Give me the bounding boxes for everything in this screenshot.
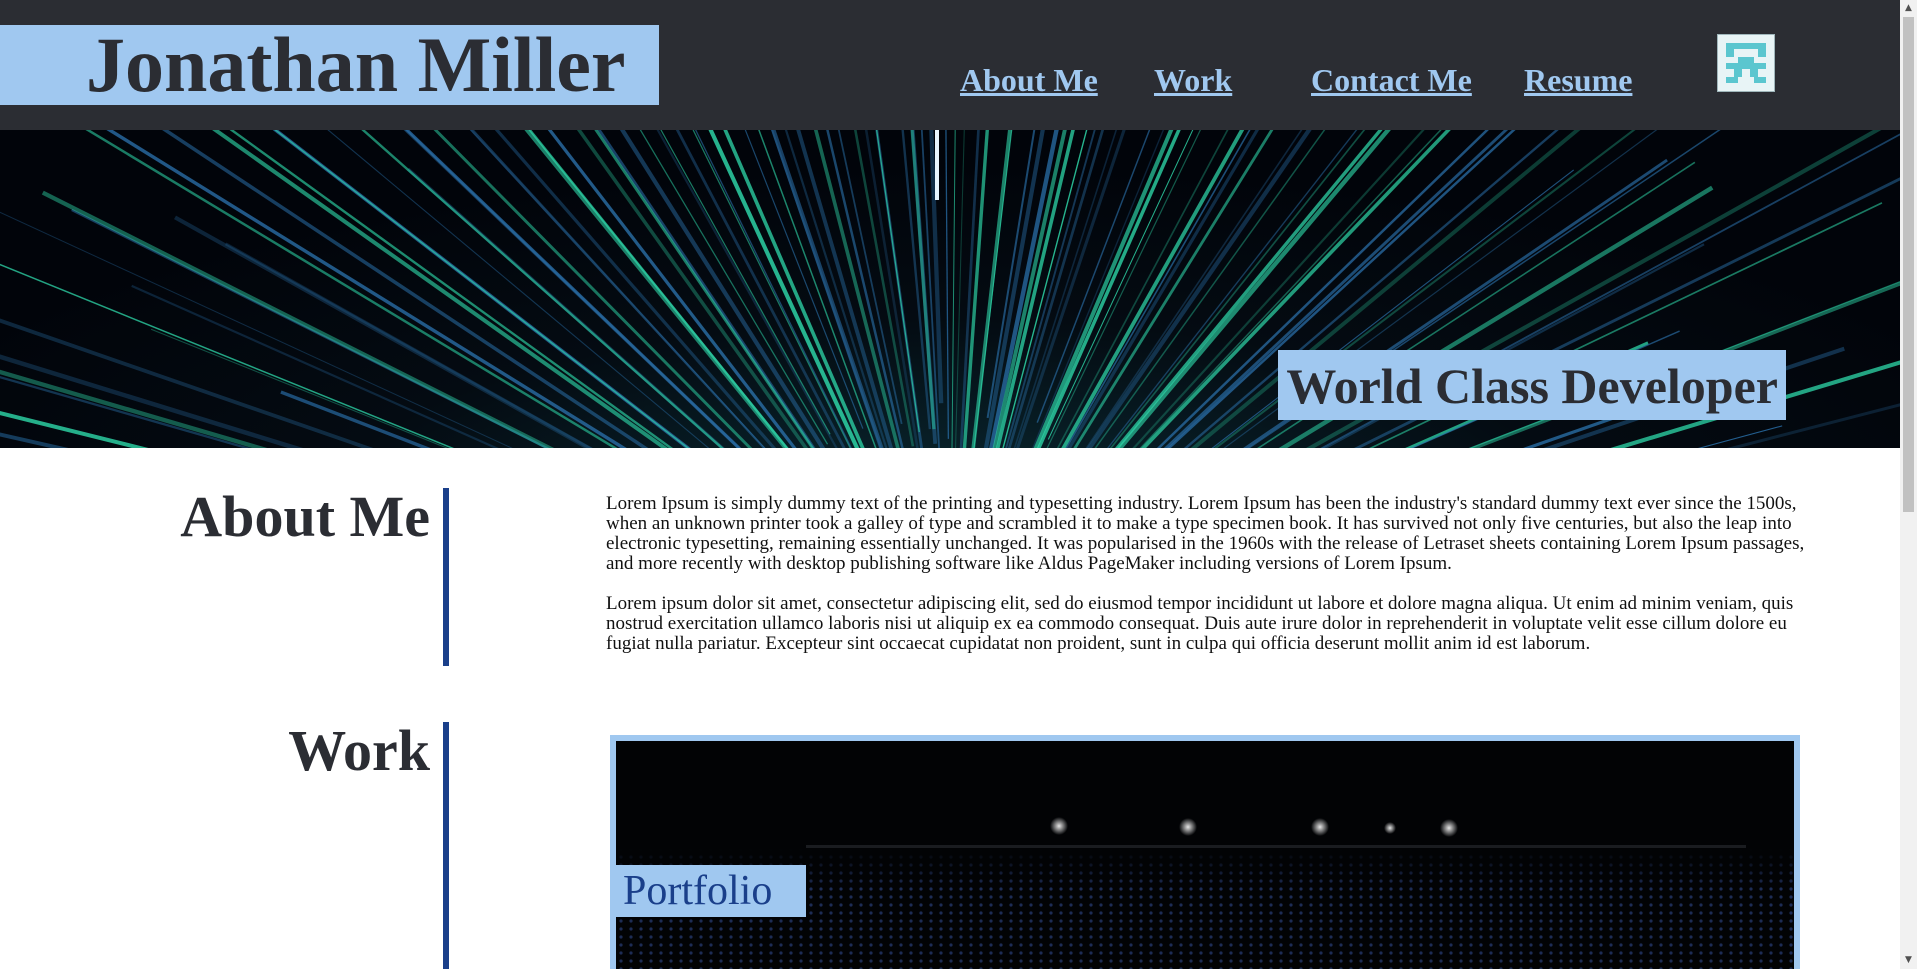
- hero-banner: World Class Developer: [0, 130, 1900, 448]
- work-section-title: Work: [288, 718, 430, 783]
- scroll-up-arrow-icon[interactable]: ▲: [1900, 0, 1917, 17]
- work-section-divider: [443, 722, 449, 969]
- hero-ray: [528, 130, 789, 448]
- portfolio-card[interactable]: Portfolio: [610, 735, 1800, 969]
- hero-ray: [404, 130, 742, 448]
- hero-ray: [837, 130, 903, 425]
- nav-link-contact-me[interactable]: Contact Me: [1311, 60, 1472, 100]
- hero-ray: [361, 130, 724, 448]
- hero-ray: [272, 130, 691, 448]
- page: Jonathan Miller About Me Work Contact Me…: [0, 0, 1900, 969]
- hero-ray: [433, 130, 753, 448]
- about-text: Lorem Ipsum is simply dummy text of the …: [606, 494, 1806, 674]
- site-brand[interactable]: Jonathan Miller: [0, 25, 659, 105]
- pixel-avatar-icon[interactable]: [1717, 34, 1775, 92]
- about-section-title: About Me: [180, 484, 430, 549]
- about-section-divider: [443, 488, 449, 666]
- portfolio-card-label: Portfolio: [616, 865, 806, 917]
- about-paragraph: Lorem Ipsum is simply dummy text of the …: [606, 493, 1805, 574]
- scrollbar-thumb[interactable]: [1903, 17, 1914, 512]
- nav-link-work[interactable]: Work: [1154, 60, 1232, 100]
- about-paragraph: Lorem ipsum dolor sit amet, consectetur …: [606, 593, 1794, 654]
- nav-link-resume[interactable]: Resume: [1524, 60, 1632, 100]
- nav-link-about-me[interactable]: About Me: [960, 60, 1098, 100]
- hero-tagline: World Class Developer: [1278, 350, 1786, 420]
- vertical-scrollbar[interactable]: ▲ ▼: [1900, 0, 1917, 969]
- portfolio-card-image: [616, 741, 1794, 969]
- hero-ray: [864, 130, 919, 448]
- scroll-down-arrow-icon[interactable]: ▼: [1900, 952, 1917, 969]
- site-header: Jonathan Miller About Me Work Contact Me…: [0, 0, 1900, 130]
- hero-ray: [708, 130, 860, 448]
